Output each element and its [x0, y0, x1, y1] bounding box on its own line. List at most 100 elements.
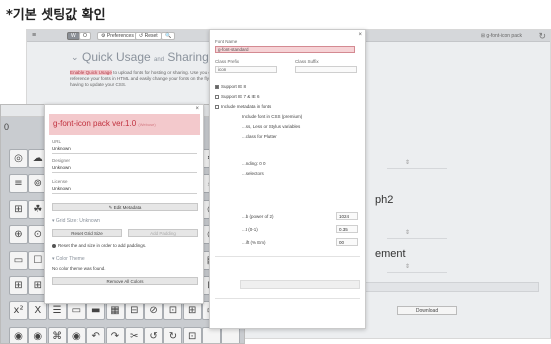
baseline-shift-input[interactable]: 00 — [336, 238, 358, 246]
font-name-label: Font Name — [215, 39, 238, 44]
reset-button[interactable]: ↺ Reset — [135, 32, 162, 40]
background-select-3[interactable] — [387, 264, 447, 273]
glyph-cell[interactable]: ⌘ — [47, 326, 67, 343]
option-line-2[interactable]: ...ss, Less or Stylus variables — [242, 124, 300, 129]
support-ie8-label: Support IE 8 — [221, 84, 247, 89]
em-size-input[interactable]: 1024 — [336, 212, 358, 220]
background-select[interactable] — [387, 160, 447, 169]
quick-usage-title: Quick Usage and Sharing — [82, 50, 209, 64]
license-label: License — [52, 179, 68, 184]
glyph-cell[interactable]: ⊡ — [182, 326, 202, 343]
sharing-label: Sharing — [167, 50, 209, 64]
select-arrow-icon-2: ⇕ — [405, 230, 411, 236]
glyph-cell[interactable]: ◎ — [9, 149, 28, 168]
glyph-cell[interactable]: ◉ — [66, 326, 86, 343]
support-ie8-checkbox[interactable]: Support IE 8 — [215, 84, 246, 89]
background-heading-2: ement — [375, 248, 406, 260]
screenshot-root: *기본 셋팅값 확인 ≡ W O ⚙ Preferences ↺ Reset 🔍… — [0, 0, 551, 344]
ascent-input[interactable]: 0.35 — [336, 225, 358, 233]
glyph-cell[interactable] — [221, 326, 241, 343]
url-label: URL — [52, 139, 62, 144]
app-title: ⊞ g-font-icon pack — [480, 33, 522, 39]
grid-size-section[interactable]: ▾ Grid Size: Unknown — [52, 218, 100, 224]
remove-colors-button[interactable]: Remove All Colors — [52, 277, 198, 285]
font-pack-subtitle: (Webuse) — [138, 122, 156, 127]
option-line-5[interactable]: ...selectors — [242, 171, 264, 176]
font-pack-title: g-font-icon pack ver.1.0 (Webuse) — [49, 114, 200, 135]
font-name-input[interactable]: g-font-standard — [215, 46, 355, 53]
class-prefix-input[interactable]: icon — [215, 66, 277, 73]
option-line-1[interactable]: Include font in CSS (premium) — [242, 114, 302, 119]
glyph-cell[interactable]: ↷ — [105, 326, 125, 343]
glyph-cell[interactable]: ≡ — [9, 174, 28, 194]
glyph-cell[interactable]: ✂ — [124, 326, 144, 343]
url-value[interactable]: Unknown — [52, 146, 197, 154]
search-icon[interactable]: 🔍 — [161, 32, 176, 40]
glyph-cell[interactable]: ⊕ — [9, 225, 28, 245]
option-line-4[interactable]: ...nding: 0 0 — [242, 161, 266, 166]
glyph-cell[interactable]: ↺ — [144, 326, 164, 343]
class-prefix-label: Class Prefix — [215, 59, 240, 64]
divider — [215, 256, 360, 257]
reset-hint-text: Reset the and size in order to add paddi… — [58, 243, 147, 248]
glyph-cell[interactable]: ↶ — [86, 326, 106, 343]
designer-label: Designer — [52, 158, 71, 163]
support-ie7-checkbox[interactable]: Support IE 7 & IE 6 — [215, 94, 260, 99]
glyph-cell[interactable]: ◉ — [9, 326, 28, 343]
ascent-label: ...t (0-1) — [242, 227, 258, 232]
designer-value[interactable]: Unknown — [52, 165, 197, 173]
option-line-3[interactable]: ...class for Plutter — [242, 134, 277, 139]
close-icon[interactable]: 0 — [4, 122, 9, 132]
view-toggle-button-2[interactable]: O — [79, 32, 91, 40]
glyph-cell[interactable]: ↻ — [163, 326, 183, 343]
glyph-cell[interactable]: ▬ — [86, 301, 106, 321]
color-theme-section[interactable]: ▾ Color Theme — [52, 256, 85, 262]
and-label: and — [154, 57, 165, 63]
class-suffix-input[interactable] — [295, 66, 357, 73]
close-icon[interactable]: × — [195, 106, 199, 112]
glyph-cell[interactable]: ☰ — [47, 301, 67, 321]
background-bar — [339, 282, 539, 292]
checkbox-checked — [215, 84, 219, 89]
settings-field[interactable] — [240, 280, 360, 289]
view-toggle-button-1[interactable]: W — [67, 32, 80, 40]
font-pack-name: g-font-icon pack ver.1.0 — [53, 119, 137, 128]
glyph-cell[interactable] — [202, 326, 221, 343]
background-select-2[interactable] — [387, 230, 447, 239]
support-ie7-label: Support IE 7 & IE 6 — [221, 94, 260, 99]
glyph-cell[interactable]: ◉ — [28, 326, 48, 343]
download-button[interactable]: Download — [397, 306, 457, 315]
include-metadata-label: Include metadata in fonts — [221, 104, 272, 109]
class-suffix-label: Class Suffix — [295, 59, 319, 64]
refresh-icon[interactable]: ↻ — [538, 31, 546, 42]
glyph-cell[interactable]: ⊟ — [124, 301, 144, 321]
add-padding-button[interactable]: Add Padding — [128, 229, 198, 237]
enable-quick-usage-link[interactable]: Enable Quick Usage — [70, 70, 112, 75]
glyph-cell[interactable]: ▦ — [105, 301, 125, 321]
color-theme-text: No color theme was found. — [52, 266, 106, 271]
em-size-label: ...b (power of 2) — [242, 214, 274, 219]
select-arrow-icon: ⇕ — [405, 160, 411, 166]
info-dot-icon — [52, 243, 56, 248]
glyph-cell[interactable]: ⊘ — [144, 301, 164, 321]
page-heading: *기본 셋팅값 확인 — [6, 8, 106, 23]
close-icon[interactable]: × — [358, 32, 362, 38]
glyph-cell[interactable]: ⊡ — [163, 301, 183, 321]
chevron-down-icon[interactable]: ⌄ — [71, 52, 79, 63]
glyph-cell[interactable]: X — [28, 301, 48, 321]
glyph-cell[interactable]: ⊞ — [182, 301, 202, 321]
glyph-cell[interactable]: ⊞ — [9, 199, 28, 219]
glyph-cell[interactable]: ▭ — [9, 250, 28, 270]
checkbox-unchecked-2 — [215, 104, 219, 109]
select-arrow-icon-3: ⇕ — [405, 264, 411, 270]
edit-metadata-button[interactable]: ✎ Edit Metadata — [52, 203, 198, 211]
menu-icon[interactable]: ≡ — [32, 32, 36, 39]
preferences-button[interactable]: ⚙ Preferences — [97, 32, 138, 40]
include-metadata-checkbox[interactable]: Include metadata in fonts — [215, 104, 271, 109]
font-settings-panel: × Font Name g-font-standard Class Prefix… — [209, 29, 366, 329]
glyph-cell[interactable]: ▭ — [66, 301, 86, 321]
glyph-cell[interactable]: ⊞ — [9, 276, 28, 295]
license-value[interactable]: Unknown — [52, 186, 197, 194]
glyph-cell[interactable]: x² — [9, 301, 28, 321]
reset-grid-size-button[interactable]: Reset Grid Size — [52, 229, 122, 237]
